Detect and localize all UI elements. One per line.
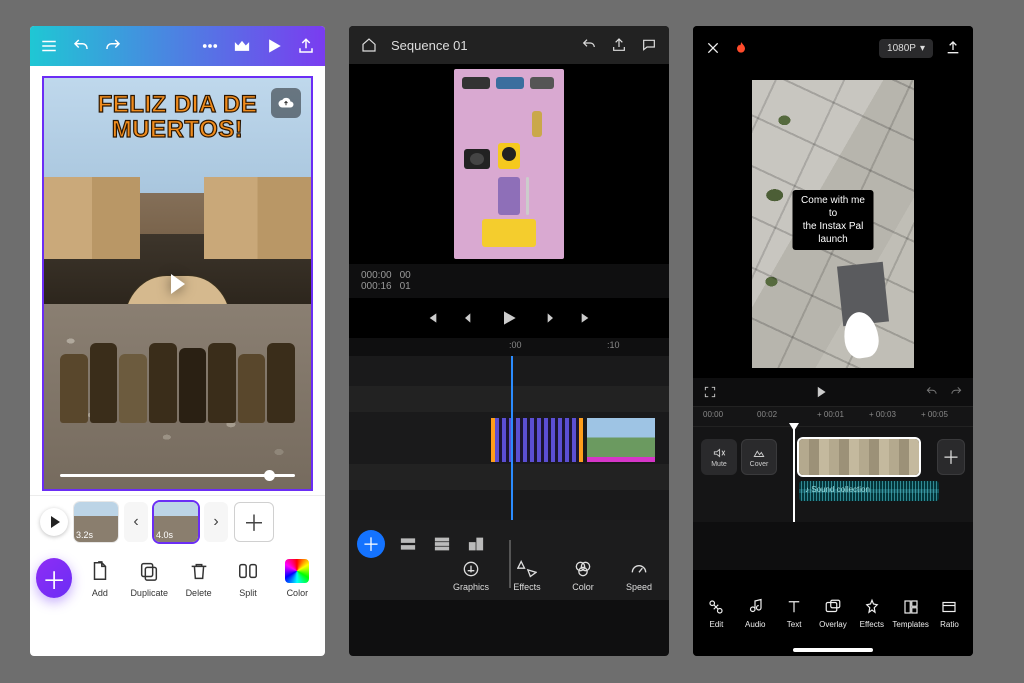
fullscreen-icon[interactable] [703,385,717,399]
tool-overlay[interactable]: Overlay [815,598,851,629]
add-fab[interactable]: ＋ [357,530,385,558]
crown-icon[interactable] [233,37,251,55]
timeline-ruler[interactable]: :00 :10 [349,338,669,356]
redo-icon[interactable] [949,385,963,399]
add-page-icon [87,558,113,584]
add-fab[interactable]: ＋ [36,558,72,598]
tool-audio[interactable]: Audio [737,598,773,629]
tool-delete[interactable]: Delete [177,558,220,598]
transport-controls [349,298,669,338]
app3-toolbar: Edit Audio Text Overlay Effects Template… [693,570,973,656]
app2-topbar: Sequence 01 [349,26,669,64]
menu-icon[interactable] [40,37,58,55]
home-indicator [793,648,873,652]
timeline-clip[interactable] [799,439,919,475]
play-icon[interactable] [814,385,828,399]
time-readout: 000:00 000:16 00 01 [349,264,669,298]
trash-icon [186,558,212,584]
tool-add[interactable]: Add [78,558,121,598]
play-icon[interactable] [499,308,519,328]
tool-edit[interactable]: Edit [698,598,734,629]
preview-content: Come with me to the Instax Pal launch [752,80,914,368]
app3-preview[interactable]: Come with me to the Instax Pal launch [693,70,973,378]
home-icon[interactable] [361,37,377,53]
tool-color[interactable]: Color [276,558,319,598]
app2-preview[interactable] [349,64,669,264]
skip-start-icon[interactable] [423,310,439,326]
undo-icon[interactable] [581,37,597,53]
add-clip-button[interactable]: ＋ [937,439,965,475]
cloud-save-button[interactable] [271,88,301,118]
clip-strip: 3.2s ‹ 4.0s › ＋ [30,495,325,548]
mute-button[interactable]: Mute [701,439,737,475]
strip-play-button[interactable] [40,508,68,536]
timeline-ruler[interactable]: 00:00 00:02 + 00:01 + 00:03 + 00:05 [693,406,973,426]
prev-clip-button[interactable]: ‹ [124,502,148,542]
share-icon[interactable] [297,37,315,55]
color-icon [284,558,310,584]
preview-controls [693,378,973,406]
tool-ratio[interactable]: Ratio [931,598,967,629]
tool-split[interactable]: Split [226,558,269,598]
chevron-down-icon: ▾ [920,43,925,54]
app3-screenshot: 1080P▾ Come with me to the Instax Pal la… [693,26,973,656]
sequence-title: Sequence 01 [391,38,468,53]
timeline-clip[interactable] [587,418,655,462]
clip-thumb[interactable]: 4.0s [154,502,198,542]
preview-content [454,69,564,259]
cover-button[interactable]: Cover [741,439,777,475]
tool-effects[interactable]: Effects [854,598,890,629]
tool-color[interactable]: Color [561,559,605,592]
more-icon[interactable] [201,37,219,55]
skip-end-icon[interactable] [579,310,595,326]
resolution-button[interactable]: 1080P▾ [879,39,933,58]
playhead[interactable] [511,356,513,520]
next-clip-button[interactable]: › [204,502,228,542]
clip-thumb[interactable]: 3.2s [74,502,118,542]
close-icon[interactable] [705,40,721,56]
tool-duplicate[interactable]: Duplicate [128,558,171,598]
timeline[interactable] [349,356,669,520]
frame-fwd-icon[interactable] [541,310,557,326]
play-icon[interactable] [265,37,283,55]
add-clip-button[interactable]: ＋ [234,502,274,542]
app1-preview-area: FELIZ DIA DE MUERTOS! [30,66,325,495]
app2-bottom-bar: ＋ Graphics Effects Color Speed [349,520,669,600]
tool-graphics[interactable]: Graphics [449,559,493,592]
caption-text[interactable]: Come with me to the Instax Pal launch [793,190,874,250]
timeline-clip[interactable] [491,418,583,462]
time-current: 000:00 [361,270,392,281]
export-icon[interactable] [945,40,961,56]
tool-text[interactable]: Text [776,598,812,629]
comment-icon[interactable] [641,37,657,53]
audio-track[interactable]: ♪ Sound collection [799,481,939,501]
duplicate-icon [136,558,162,584]
layout-2-icon[interactable] [431,533,453,555]
timeline[interactable]: Mute Cover ♪ Sound collection ＋ [693,426,973,522]
tool-effects[interactable]: Effects [505,559,549,592]
undo-icon[interactable] [925,385,939,399]
app1-toolbar: ＋ Add Duplicate Delete Split Color [30,548,325,612]
redo-icon[interactable] [104,37,122,55]
tool-templates[interactable]: Templates [893,598,929,629]
frame-current: 00 [400,270,411,281]
undo-icon[interactable] [72,37,90,55]
app1-topbar [30,26,325,66]
app1-screenshot: FELIZ DIA DE MUERTOS! 3.2s ‹ 4.0s › ＋ ＋ … [30,26,325,656]
video-canvas[interactable]: FELIZ DIA DE MUERTOS! [42,76,313,491]
tool-speed[interactable]: Speed [617,559,661,592]
split-icon [235,558,261,584]
layout-1-icon[interactable] [397,533,419,555]
progress-scrubber[interactable] [60,474,295,477]
layout-3-icon[interactable] [465,533,487,555]
flame-icon[interactable] [733,40,749,56]
frame-back-icon[interactable] [461,310,477,326]
playhead[interactable] [793,427,795,522]
frame-total: 01 [400,281,411,292]
time-total: 000:16 [361,281,392,292]
app2-screenshot: Sequence 01 000:00 000:16 00 01 :0 [349,26,669,656]
play-button[interactable] [171,274,185,294]
share-icon[interactable] [611,37,627,53]
app3-topbar: 1080P▾ [693,26,973,70]
